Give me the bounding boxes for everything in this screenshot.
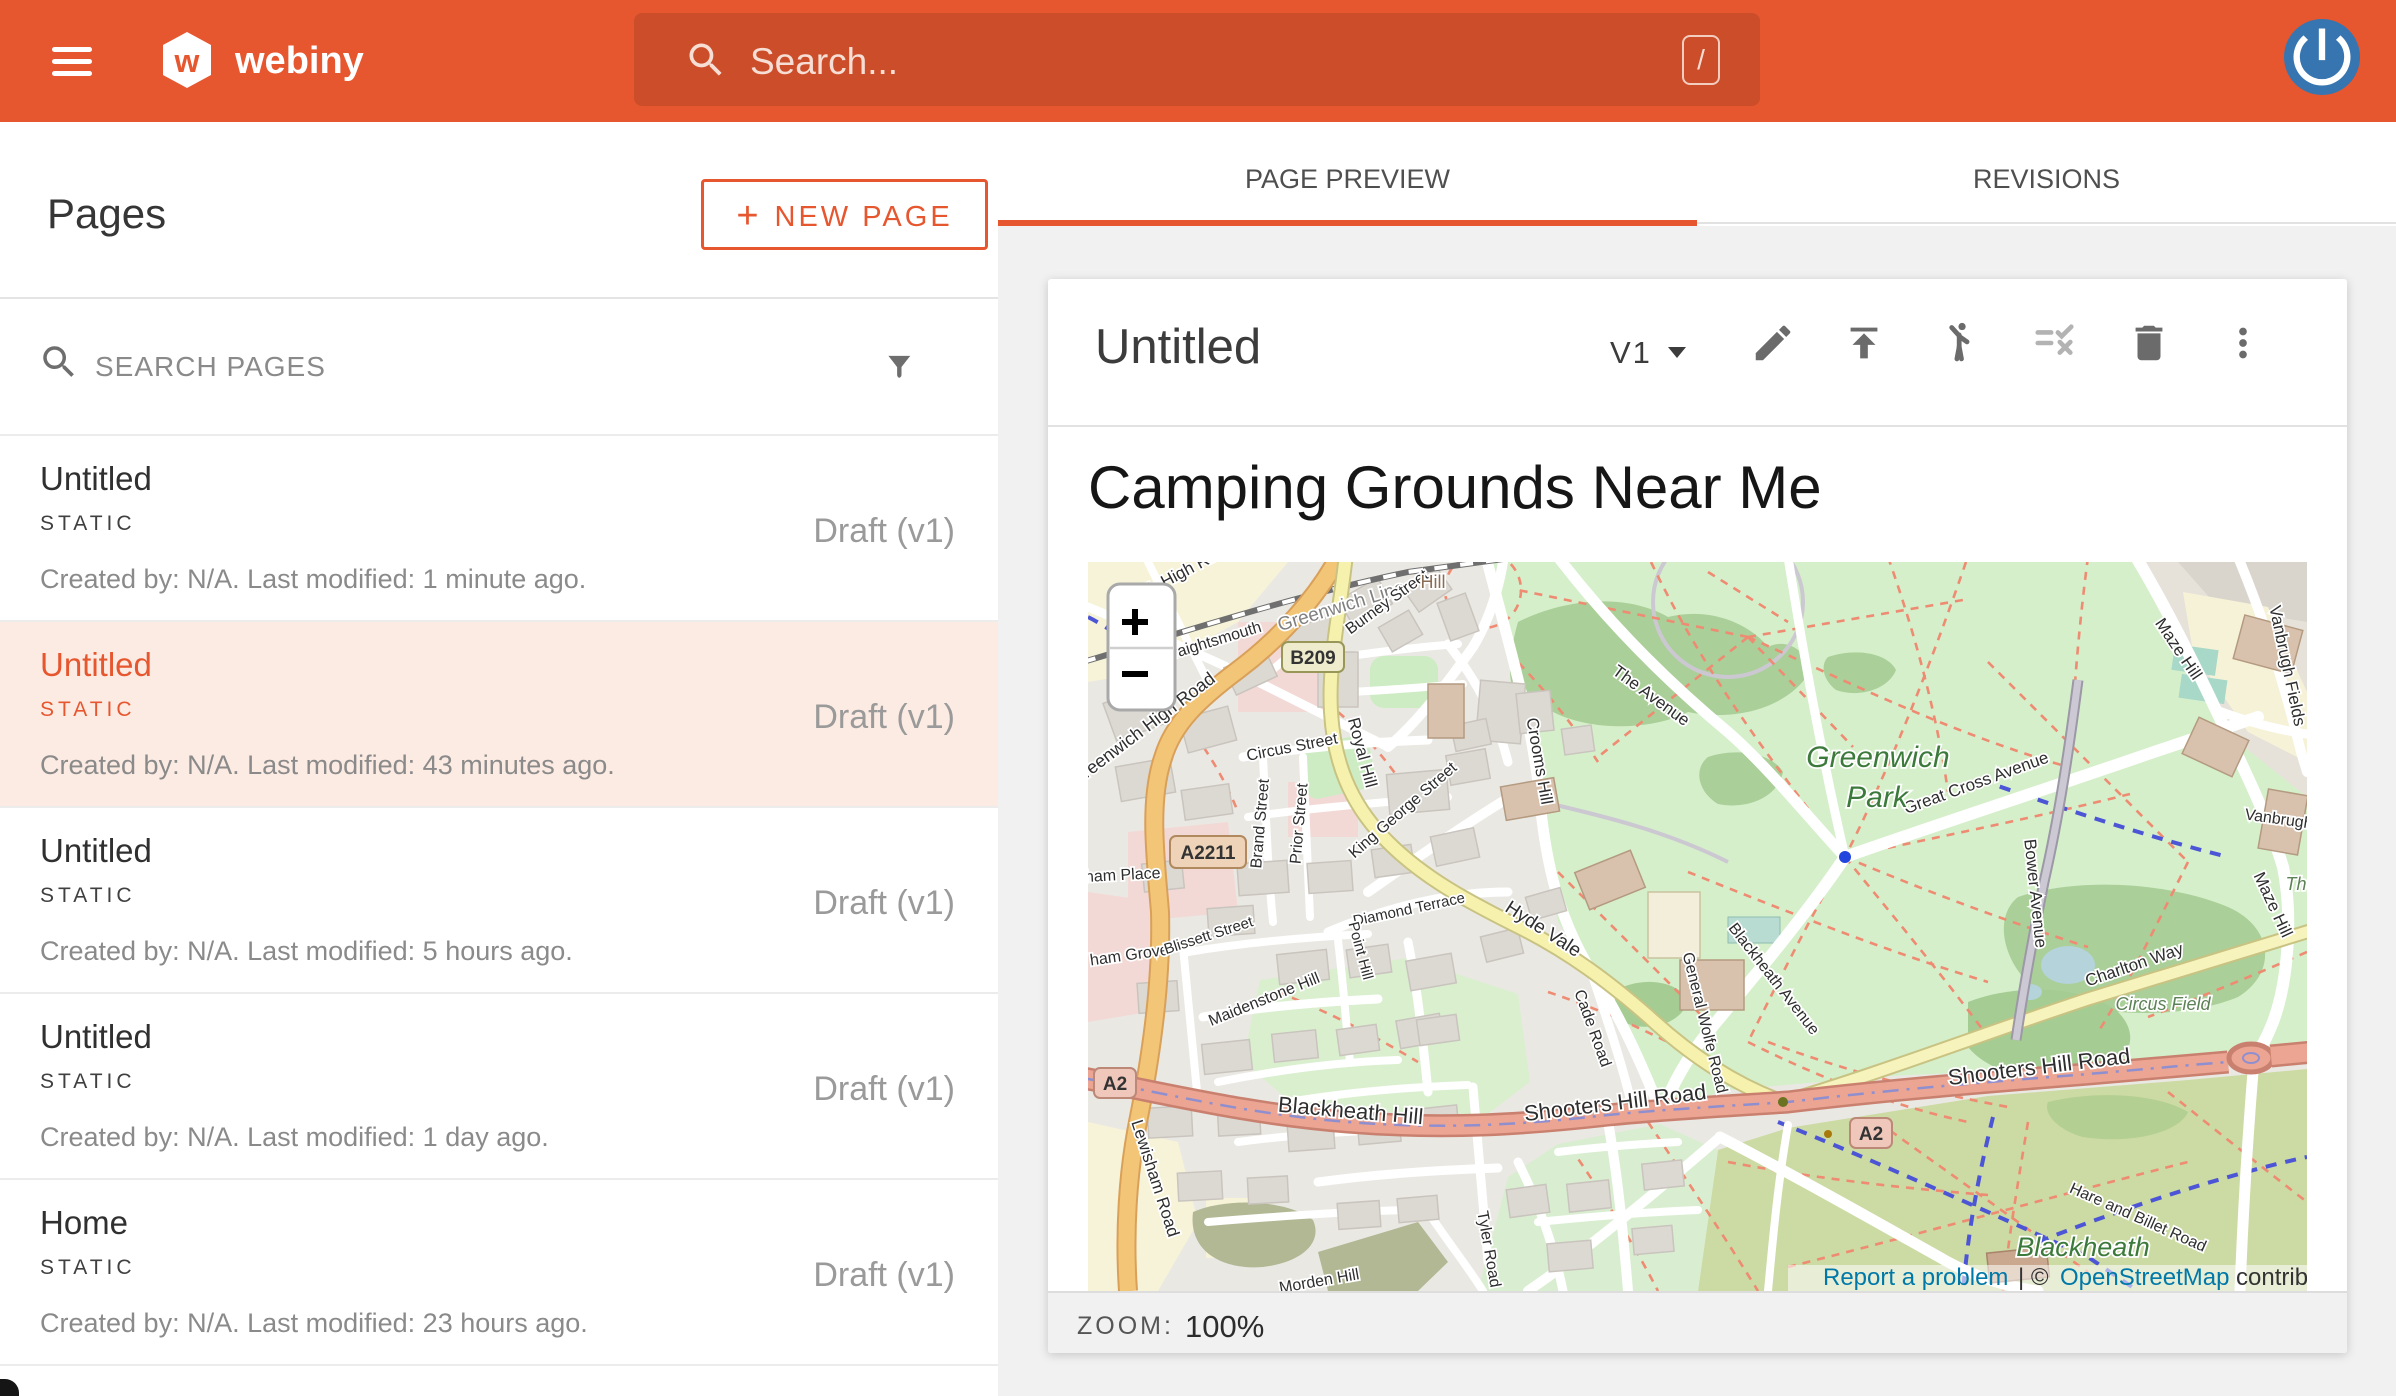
svg-text:The: The bbox=[2285, 874, 2307, 894]
svg-text:A2: A2 bbox=[1859, 1124, 1883, 1145]
svg-text:Greenwich: Greenwich bbox=[1806, 741, 1949, 774]
svg-text:Hill: Hill bbox=[1421, 572, 1446, 592]
svg-text:A2: A2 bbox=[1103, 1074, 1127, 1095]
svg-text:Circus Field: Circus Field bbox=[2115, 994, 2211, 1014]
svg-text:A2211: A2211 bbox=[1181, 843, 1236, 864]
svg-text:Blackheath: Blackheath bbox=[2016, 1232, 2150, 1262]
svg-text:Park: Park bbox=[1846, 781, 1910, 814]
svg-text:Report a problem: Report a problem bbox=[1823, 1264, 2008, 1291]
svg-text:contributors: contributors bbox=[2236, 1264, 2307, 1291]
svg-text:OpenStreetMap: OpenStreetMap bbox=[2060, 1264, 2229, 1291]
svg-text:| ©: | © bbox=[2018, 1264, 2049, 1291]
svg-text:B209: B209 bbox=[1290, 648, 1335, 669]
svg-text:w: w bbox=[174, 43, 200, 79]
